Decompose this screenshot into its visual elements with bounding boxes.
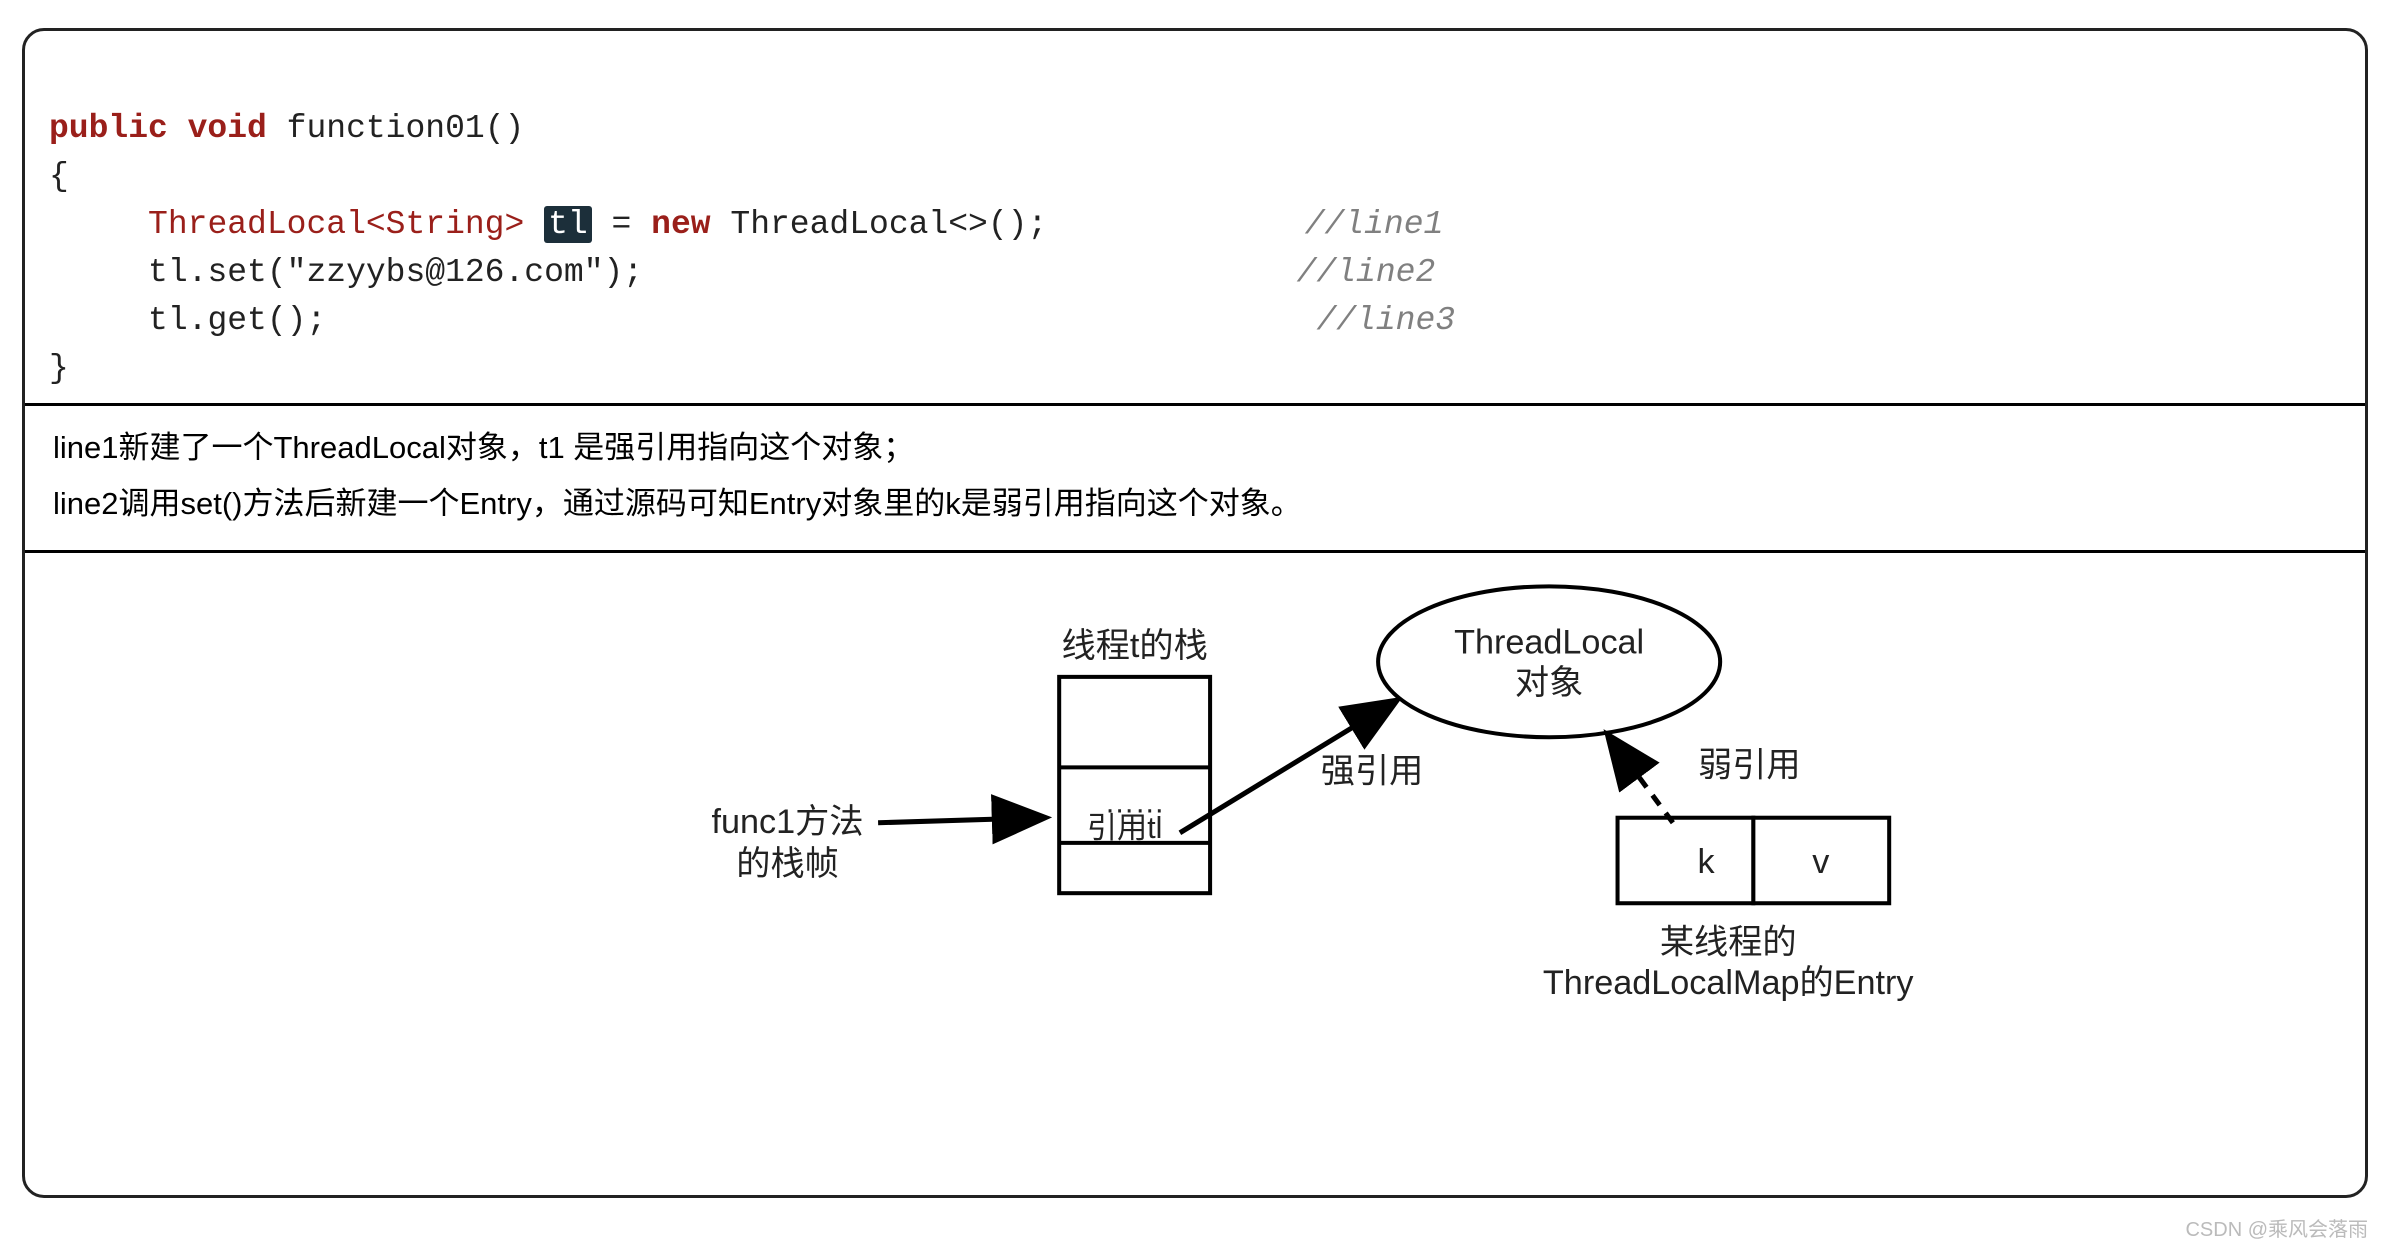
arrow-func1-to-stack — [878, 818, 1042, 823]
eq-sign: = — [612, 206, 632, 243]
type-threadlocal: ThreadLocal<String> — [148, 206, 524, 243]
arrow-weak-ref — [1609, 737, 1672, 823]
entry-k-label: k — [1698, 843, 1716, 881]
kw-new: new — [651, 206, 710, 243]
label-stack-title: 线程t的栈 — [1062, 627, 1208, 665]
comment-line2: //line2 — [1297, 254, 1436, 291]
code-line2: tl.set("zzyybs@126.com"); — [148, 254, 643, 291]
diagram: func1方法 的栈帧 线程t的栈 …… 引用tl 强引用 ThreadLoca… — [25, 531, 2365, 1195]
content-panel: public void function01() { ThreadLocal<S… — [22, 28, 2368, 1198]
label-strong-ref: 强引用 — [1321, 753, 1424, 791]
label-func1-line1: func1方法 — [712, 803, 864, 841]
fn-name: function01() — [287, 110, 525, 147]
comment-line3: //line3 — [1316, 302, 1455, 339]
code-block: public void function01() { ThreadLocal<S… — [25, 31, 2365, 403]
label-func1-line2: 的栈帧 — [736, 845, 839, 883]
new-rest: ThreadLocal<>(); — [730, 206, 1047, 243]
explain-line2: line2调用set()方法后新建一个Entry，通过源码可知Entry对象里的… — [53, 476, 2337, 532]
label-weak-ref: 弱引用 — [1698, 746, 1801, 784]
code-line3: tl.get(); — [148, 302, 326, 339]
entry-v-label: v — [1812, 843, 1829, 881]
label-entry-line2: ThreadLocalMap的Entry — [1543, 964, 1914, 1002]
ellipse-line2: 对象 — [1515, 664, 1583, 702]
ellipse-threadlocal — [1378, 586, 1720, 737]
ellipse-line1: ThreadLocal — [1454, 624, 1644, 662]
brace-open: { — [49, 158, 69, 195]
brace-close: } — [49, 350, 69, 387]
explain-line1: line1新建了一个ThreadLocal对象，t1 是强引用指向这个对象； — [53, 420, 2337, 476]
kw-public-void: public void — [49, 110, 267, 147]
var-tl-highlight: tl — [544, 206, 592, 243]
stack-bottom-text: 引用tl — [1087, 812, 1162, 845]
entry-k-box — [1618, 818, 1754, 904]
comment-line1: //line1 — [1305, 206, 1444, 243]
stack-box — [1059, 677, 1210, 893]
label-entry-line1: 某线程的 — [1660, 924, 1797, 962]
watermark: CSDN @乘风会落雨 — [2185, 1213, 2368, 1242]
